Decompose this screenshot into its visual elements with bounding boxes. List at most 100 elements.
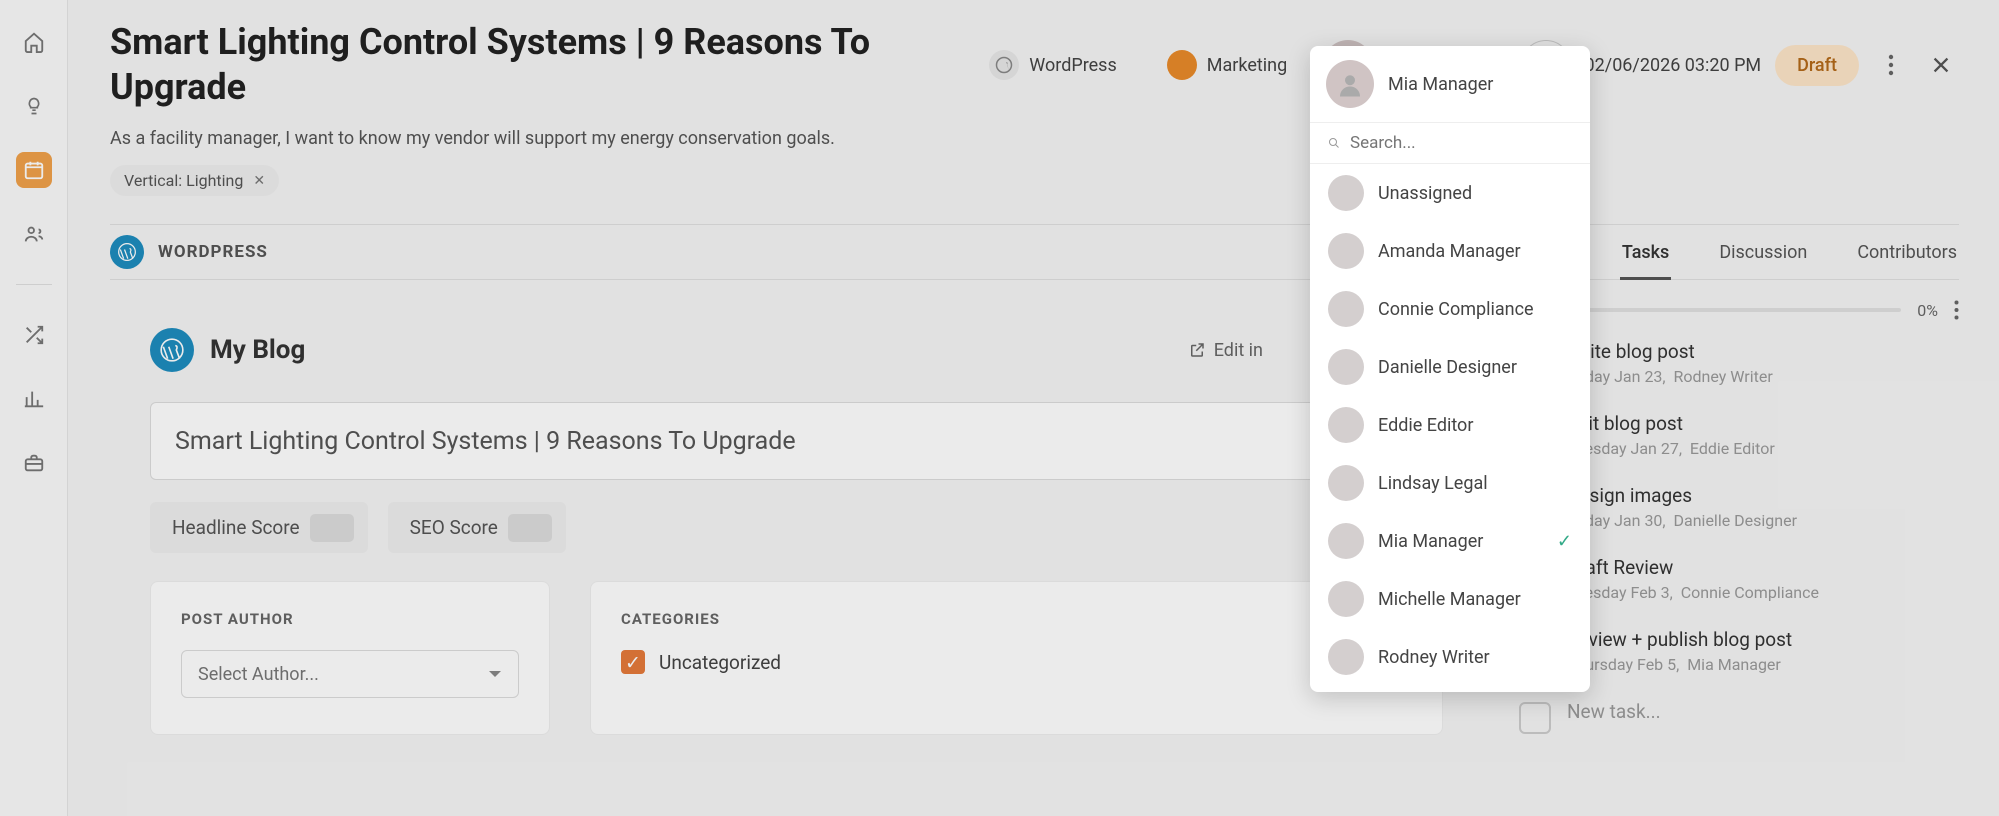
dropdown-current: Mia Manager: [1310, 46, 1590, 122]
header-row: Smart Lighting Control Systems | 9 Reaso…: [110, 20, 1959, 110]
panels-row: POST AUTHOR Select Author... CATEGORIES …: [150, 581, 1443, 735]
dropdown-item-avatar: [1328, 349, 1364, 385]
tasks-more-button[interactable]: [1954, 300, 1959, 320]
task-title: Edit blog post: [1567, 412, 1775, 435]
task-meta: Tuesday Jan 27, Eddie Editor: [1567, 439, 1775, 458]
dropdown-item-avatar: [1328, 465, 1364, 501]
dropdown-search: [1310, 122, 1590, 164]
author-select[interactable]: Select Author...: [181, 650, 519, 698]
checkbox-checked-icon[interactable]: ✓: [621, 650, 645, 674]
progress-percent: 0%: [1917, 301, 1938, 320]
dropdown-item[interactable]: Connie Compliance: [1310, 280, 1590, 338]
category-color-icon: [1167, 50, 1197, 80]
task-meta: Tuesday Feb 3, Connie Compliance: [1567, 583, 1819, 602]
task-title: Review + publish blog post: [1567, 628, 1792, 651]
platform-label: WordPress: [1029, 55, 1116, 76]
status-chip[interactable]: Draft: [1775, 45, 1859, 86]
task-meta: Friday Jan 30, Danielle Designer: [1567, 511, 1797, 530]
schedule-date: 02/06/2026 03:20 PM: [1585, 55, 1762, 76]
headline-score-chip[interactable]: Headline Score: [150, 502, 368, 553]
category-label: Marketing: [1207, 55, 1287, 76]
title-input-row: Smart Lighting Control Systems | 9 Reaso…: [150, 402, 1443, 480]
page-subtitle: As a facility manager, I want to know my…: [110, 128, 1959, 149]
blog-name: My Blog: [210, 335, 305, 365]
task-title: Draft Review: [1567, 556, 1819, 579]
nav-people[interactable]: [16, 216, 52, 252]
dropdown-current-name: Mia Manager: [1388, 74, 1493, 95]
dropdown-item-avatar: [1328, 581, 1364, 617]
wordpress-bar-label: WORDPRESS: [158, 242, 268, 262]
dropdown-item-avatar: [1328, 233, 1364, 269]
dropdown-item[interactable]: Rodney Writer: [1310, 628, 1590, 686]
edit-in-label: Edit in: [1214, 340, 1263, 361]
task-title: Design images: [1567, 484, 1797, 507]
tag-label: Vertical: Lighting: [124, 171, 243, 190]
category-item[interactable]: ✓ Uncategorized: [621, 650, 1412, 674]
dropdown-item-avatar: [1328, 523, 1364, 559]
platform-chip[interactable]: WordPress: [971, 40, 1134, 90]
blog-logo-icon: [150, 328, 194, 372]
dropdown-item[interactable]: Unassigned: [1310, 164, 1590, 222]
check-icon: ✓: [1557, 531, 1572, 552]
dropdown-item-name: Mia Manager: [1378, 531, 1483, 552]
tab-tasks[interactable]: Tasks: [1620, 242, 1671, 263]
new-task-placeholder: New task...: [1567, 700, 1661, 734]
nav-calendar[interactable]: [16, 152, 52, 188]
close-icon[interactable]: ✕: [253, 173, 265, 189]
dropdown-item-name: Danielle Designer: [1378, 357, 1517, 378]
dropdown-list: Unassigned Amanda Manager Connie Complia…: [1310, 164, 1590, 686]
right-tabs: Tasks Discussion Contributors: [1620, 242, 1959, 263]
author-panel: POST AUTHOR Select Author...: [150, 581, 550, 735]
nav-shuffle[interactable]: [16, 317, 52, 353]
tab-contributors[interactable]: Contributors: [1855, 242, 1959, 263]
chevron-down-icon: [488, 669, 502, 679]
category-item-label: Uncategorized: [659, 651, 781, 674]
dropdown-item-name: Eddie Editor: [1378, 415, 1473, 436]
nav-home[interactable]: [16, 24, 52, 60]
dropdown-item-name: Michelle Manager: [1378, 589, 1521, 610]
dropdown-item[interactable]: Amanda Manager: [1310, 222, 1590, 280]
more-menu-button[interactable]: [1873, 47, 1909, 83]
category-chip[interactable]: Marketing: [1149, 40, 1305, 90]
dropdown-item[interactable]: Michelle Manager: [1310, 570, 1590, 628]
task-meta: Friday Jan 23, Rodney Writer: [1567, 367, 1773, 386]
dropdown-item[interactable]: Lindsay Legal: [1310, 454, 1590, 512]
dropdown-search-input[interactable]: [1350, 133, 1572, 153]
wordpress-bar: WORDPRESS Tasks Discussion Contributors: [110, 224, 1959, 280]
dropdown-item[interactable]: Mia Manager ✓: [1310, 512, 1590, 570]
dropdown-item-name: Unassigned: [1378, 183, 1472, 204]
author-panel-title: POST AUTHOR: [181, 610, 519, 628]
blog-header: My Blog Edit in: [150, 328, 1483, 372]
dropdown-current-avatar: [1326, 60, 1374, 108]
scores-row: Headline Score SEO Score: [150, 502, 1443, 553]
dropdown-item[interactable]: Danielle Designer: [1310, 338, 1590, 396]
editor-column: My Blog Edit in Smart Lighting Control S…: [110, 300, 1483, 760]
dropdown-item-avatar: [1328, 639, 1364, 675]
dropdown-item-avatar: [1328, 175, 1364, 211]
author-select-placeholder: Select Author...: [198, 664, 319, 685]
tab-discussion[interactable]: Discussion: [1717, 242, 1809, 263]
dropdown-item-name: Rodney Writer: [1378, 647, 1490, 668]
vertical-tag[interactable]: Vertical: Lighting ✕: [110, 165, 279, 196]
nav-ideas[interactable]: [16, 88, 52, 124]
search-icon: [1328, 134, 1340, 152]
external-link-icon: [1188, 341, 1206, 359]
content-row: My Blog Edit in Smart Lighting Control S…: [110, 300, 1959, 760]
dropdown-item-avatar: [1328, 407, 1364, 443]
new-task-row[interactable]: New task...: [1519, 700, 1959, 734]
dropdown-item-name: Connie Compliance: [1378, 299, 1534, 320]
owner-dropdown: Mia Manager Unassigned Amanda Manager Co…: [1310, 46, 1590, 692]
nav-analytics[interactable]: [16, 381, 52, 417]
left-nav-rail: [0, 0, 68, 816]
post-title-input[interactable]: Smart Lighting Control Systems | 9 Reaso…: [150, 402, 1341, 480]
dropdown-item-name: Lindsay Legal: [1378, 473, 1488, 494]
task-title: Write blog post: [1567, 340, 1773, 363]
seo-score-chip[interactable]: SEO Score: [388, 502, 566, 553]
tag-row: Vertical: Lighting ✕: [110, 165, 1959, 196]
new-task-checkbox[interactable]: [1519, 702, 1551, 734]
close-button[interactable]: [1923, 47, 1959, 83]
dropdown-item[interactable]: Eddie Editor: [1310, 396, 1590, 454]
edit-in-link[interactable]: Edit in: [1188, 340, 1263, 361]
wordpress-icon: [989, 50, 1019, 80]
nav-briefcase[interactable]: [16, 445, 52, 481]
